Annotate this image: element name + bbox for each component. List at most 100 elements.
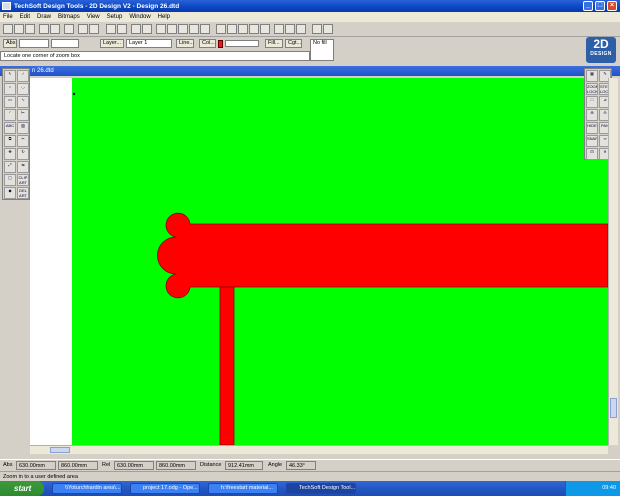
top-rail-shape[interactable] [157,212,609,299]
close-button[interactable]: × [607,1,617,11]
circle-tool-icon[interactable]: ○ [4,83,16,95]
new-file-icon[interactable] [3,24,13,34]
hide-icon[interactable]: HIDE [586,122,598,134]
move-tool-icon[interactable]: ✥ [4,148,16,160]
menu-window[interactable]: Window [129,14,150,20]
scale-tool-icon[interactable]: ⤢ [4,161,16,173]
group-icon[interactable] [156,24,166,34]
ungroup-icon[interactable] [167,24,177,34]
start-button[interactable]: start [0,481,44,496]
dimension-tool-icon[interactable]: ⊢ [17,109,29,121]
document-title: n 26.dtd [32,68,54,74]
fill-preview[interactable]: No fill [310,39,334,61]
save-file-icon[interactable] [25,24,35,34]
abs-button[interactable]: Abs [3,39,17,48]
vertical-leg-shape[interactable] [219,286,235,445]
node-tool-icon[interactable]: ◆ [4,187,16,199]
abs-status-label: Abs [3,462,13,468]
menu-view[interactable]: View [87,14,100,20]
logo-design: DESIGN [590,51,612,57]
align-icon[interactable] [189,24,199,34]
import-icon[interactable] [39,24,49,34]
line-color-swatch[interactable] [218,40,223,48]
zoom-in-icon[interactable]: ⊕ [586,109,598,121]
abs-x-value: 630.00mm [16,461,56,470]
cut-icon[interactable] [78,24,88,34]
crop-icon[interactable] [227,24,237,34]
layer-icon[interactable] [274,24,284,34]
frame-tool-icon[interactable]: ▢ [4,174,16,186]
curve-tool-icon[interactable]: ∿ [17,96,29,108]
line-tool-icon[interactable]: / [17,70,29,82]
fill-button[interactable]: Fill... [265,39,283,48]
rectangle-tool-icon[interactable]: ▭ [4,96,16,108]
select-box-icon[interactable]: □ [586,96,598,108]
angle-label: Angle [268,462,283,468]
zoom-lock-icon[interactable]: ZOOM LOCK [586,83,598,95]
undo-icon[interactable] [131,24,141,34]
title-bar: TechSoft Design Tools - 2D Design V2 - D… [0,0,620,12]
document-title-bar: n 26.dtd [0,66,620,76]
tip-icon[interactable] [323,24,333,34]
mirror-tool-icon[interactable]: ⇋ [17,161,29,173]
vertical-scroll-thumb[interactable] [610,398,617,418]
snap-icon[interactable]: SNAP [586,135,598,147]
select-arrow-icon[interactable]: ↖ [4,70,16,82]
settings-icon[interactable] [296,24,306,34]
export-icon[interactable] [50,24,60,34]
hatch-tool-icon[interactable]: ▨ [17,122,29,134]
lock-icon[interactable]: ⊡ [586,148,598,160]
trace-icon[interactable] [238,24,248,34]
line-button[interactable]: Line... [176,39,194,48]
clip-art-icon[interactable]: CLIP ART [17,174,29,186]
task-project-odg[interactable]: project 17.odg - Ope... [130,483,200,494]
redo-icon[interactable] [142,24,152,34]
menu-edit[interactable]: Edit [20,14,30,20]
cgt-button[interactable]: Cgt... [285,39,302,48]
menu-setup[interactable]: Setup [107,14,123,20]
maximize-button[interactable]: □ [595,1,605,11]
clock[interactable]: 09:40 [602,485,616,491]
menu-help[interactable]: Help [158,14,170,20]
menu-bitmaps[interactable]: Bitmaps [58,14,80,20]
abs-x-field[interactable] [19,39,49,48]
abs-y-field[interactable] [51,39,79,48]
drawing-margin [30,78,72,445]
print-icon[interactable] [64,24,74,34]
print-preview-icon[interactable] [285,24,295,34]
rotate-tool-icon[interactable]: ↻ [17,148,29,160]
menu-draw[interactable]: Draw [37,14,51,20]
col-button[interactable]: Col... [199,39,216,48]
fillet-tool-icon[interactable]: ◜ [4,109,16,121]
menu-file[interactable]: File [3,14,13,20]
line-style-preview[interactable] [225,40,259,47]
open-file-icon[interactable] [14,24,24,34]
horizontal-scroll-thumb[interactable] [50,447,70,453]
rel-x-value: 630.00mm [114,461,154,470]
text-size-icon[interactable] [106,24,116,34]
trim-tool-icon[interactable]: ✂ [17,135,29,147]
minimize-button[interactable]: _ [583,1,593,11]
copy-icon[interactable] [89,24,99,34]
task-techsoft[interactable]: TechSoft Design Tool... [286,483,356,494]
context-help-icon[interactable] [312,24,322,34]
bitmap-icon[interactable] [216,24,226,34]
layer-select[interactable]: Layer 1 [126,39,172,48]
horizontal-scrollbar[interactable] [30,445,608,454]
mirror-icon[interactable] [200,24,210,34]
layer-button[interactable]: Layer... [100,39,124,48]
text-tool-icon[interactable]: ABC [4,122,16,134]
arrange-icon[interactable] [178,24,188,34]
text-style-icon[interactable] [117,24,127,34]
task-freestart[interactable]: h:\freestart material... [208,483,278,494]
vertical-scrollbar[interactable] [608,78,618,445]
grid-toggle-icon[interactable]: ▦ [586,70,598,82]
zoom-icon[interactable] [249,24,259,34]
del-art-icon[interactable]: DEL ART [17,187,29,199]
task-folder[interactable]: \\Yoturchhardin area\... [52,483,122,494]
menu-bar: File Edit Draw Bitmaps View Setup Window… [0,12,620,22]
drawing-canvas[interactable] [72,78,608,445]
arc-tool-icon[interactable]: ◡ [17,83,29,95]
grid-icon[interactable] [260,24,270,34]
offset-tool-icon[interactable]: ⧉ [4,135,16,147]
